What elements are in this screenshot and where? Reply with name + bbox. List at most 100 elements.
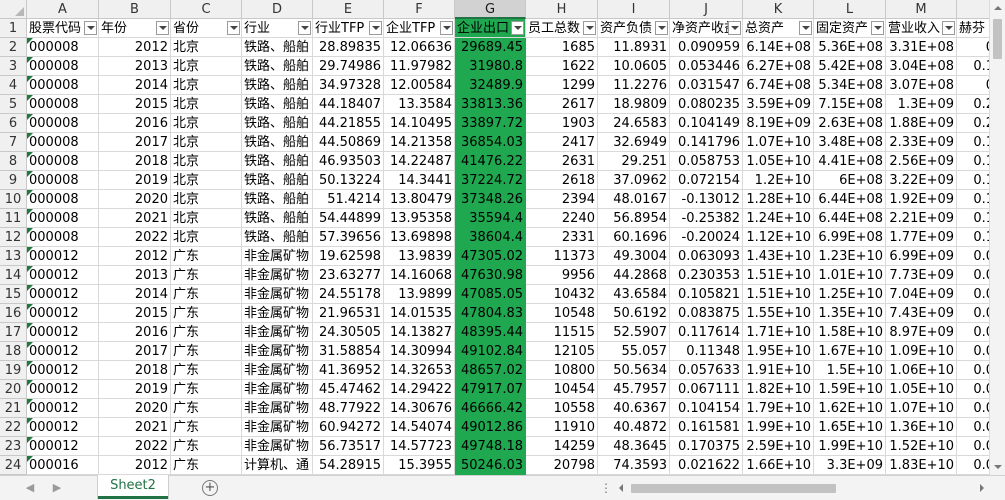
table-cell[interactable]: 14.13827 <box>384 323 455 342</box>
table-cell[interactable]: 2.59E+10 <box>743 437 814 456</box>
table-cell[interactable]: 0.0 <box>957 342 989 361</box>
table-cell[interactable]: 0.0 <box>957 266 989 285</box>
table-cell[interactable]: 14.54074 <box>384 418 455 437</box>
table-cell[interactable]: 非金属矿物 <box>242 437 313 456</box>
table-cell[interactable]: 0.0 <box>957 380 989 399</box>
table-cell[interactable]: 32489.9 <box>455 76 526 95</box>
table-cell[interactable]: 14.10495 <box>384 114 455 133</box>
filter-dropdown-icon[interactable] <box>728 21 741 35</box>
column-header-L[interactable]: L <box>814 0 886 19</box>
table-cell[interactable]: 1.28E+10 <box>743 190 814 209</box>
table-cell[interactable]: 10548 <box>526 304 598 323</box>
table-cell[interactable]: 000008 <box>27 133 99 152</box>
header-cell[interactable]: 行业TFP <box>313 19 384 38</box>
table-cell[interactable]: 44.2868 <box>598 266 670 285</box>
table-cell[interactable]: 13.9899 <box>384 285 455 304</box>
header-cell[interactable]: 固定资产 <box>814 19 886 38</box>
table-cell[interactable]: 0.104149 <box>670 114 743 133</box>
column-header-H[interactable]: H <box>526 0 598 19</box>
table-cell[interactable]: 3.22E+09 <box>886 171 957 190</box>
table-cell[interactable]: 2618 <box>526 171 598 190</box>
row-header[interactable]: 16 <box>0 304 27 323</box>
table-cell[interactable]: 41476.22 <box>455 152 526 171</box>
table-cell[interactable]: 0.1 <box>957 171 989 190</box>
table-cell[interactable]: 0.2 <box>957 95 989 114</box>
table-cell[interactable]: 铁路、船舶 <box>242 190 313 209</box>
table-cell[interactable]: 1.99E+10 <box>814 437 886 456</box>
table-cell[interactable]: 北京 <box>171 114 242 133</box>
column-header-E[interactable]: E <box>313 0 384 19</box>
table-cell[interactable]: 3.59E+09 <box>743 95 814 114</box>
table-cell[interactable]: 0.0 <box>957 418 989 437</box>
table-cell[interactable]: 56.73517 <box>313 437 384 456</box>
table-cell[interactable]: 广东 <box>171 437 242 456</box>
table-cell[interactable]: 铁路、船舶 <box>242 114 313 133</box>
table-cell[interactable]: 14.57723 <box>384 437 455 456</box>
table-cell[interactable]: 000012 <box>27 437 99 456</box>
header-cell[interactable]: 净资产收益 <box>670 19 743 38</box>
table-cell[interactable]: 2417 <box>526 133 598 152</box>
table-cell[interactable]: 1.58E+10 <box>814 323 886 342</box>
table-cell[interactable]: 2013 <box>99 266 171 285</box>
table-cell[interactable]: 0.1 <box>957 209 989 228</box>
filter-dropdown-icon[interactable] <box>871 21 884 35</box>
table-cell[interactable]: 51.4214 <box>313 190 384 209</box>
table-cell[interactable]: 19.62598 <box>313 247 384 266</box>
scroll-left-icon[interactable] <box>615 480 629 496</box>
table-cell[interactable]: 2014 <box>99 285 171 304</box>
table-cell[interactable]: 北京 <box>171 209 242 228</box>
table-cell[interactable]: 0 <box>957 38 989 57</box>
table-cell[interactable]: 1.24E+10 <box>743 209 814 228</box>
table-cell[interactable]: 0.170375 <box>670 437 743 456</box>
table-cell[interactable]: 5.34E+08 <box>814 76 886 95</box>
scroll-down-icon[interactable] <box>990 459 1005 475</box>
spreadsheet-grid[interactable]: ABCDEFGHIJKLM 1 股票代码 年份 省份 行业 行业TFP 企业TFP 企业出口 员… <box>0 0 989 475</box>
table-cell[interactable]: 31980.8 <box>455 57 526 76</box>
table-cell[interactable]: 广东 <box>171 304 242 323</box>
table-cell[interactable]: 37224.72 <box>455 171 526 190</box>
table-cell[interactable]: 13.95358 <box>384 209 455 228</box>
table-cell[interactable]: 2394 <box>526 190 598 209</box>
table-cell[interactable]: 000008 <box>27 57 99 76</box>
row-header[interactable]: 2 <box>0 38 27 57</box>
table-cell[interactable]: 14.29422 <box>384 380 455 399</box>
table-cell[interactable]: 24.30505 <box>313 323 384 342</box>
table-cell[interactable]: 非金属矿物 <box>242 380 313 399</box>
table-cell[interactable]: 11.97982 <box>384 57 455 76</box>
table-cell[interactable]: 非金属矿物 <box>242 266 313 285</box>
table-cell[interactable]: 000012 <box>27 418 99 437</box>
table-cell[interactable]: 000012 <box>27 361 99 380</box>
table-cell[interactable]: 000012 <box>27 266 99 285</box>
table-cell[interactable]: 48.77922 <box>313 399 384 418</box>
table-cell[interactable]: 非金属矿物 <box>242 304 313 323</box>
row-header[interactable]: 5 <box>0 95 27 114</box>
table-cell[interactable]: 1.06E+10 <box>886 361 957 380</box>
table-cell[interactable]: 0.2 <box>957 114 989 133</box>
table-cell[interactable]: 2014 <box>99 76 171 95</box>
table-cell[interactable]: 45.7957 <box>598 380 670 399</box>
table-cell[interactable]: 0.141796 <box>670 133 743 152</box>
table-cell[interactable]: 1.95E+10 <box>743 342 814 361</box>
table-cell[interactable]: 0.090959 <box>670 38 743 57</box>
table-cell[interactable]: 2.63E+08 <box>814 114 886 133</box>
table-cell[interactable]: 44.21855 <box>313 114 384 133</box>
table-cell[interactable]: 铁路、船舶 <box>242 38 313 57</box>
table-cell[interactable]: 50.13224 <box>313 171 384 190</box>
table-cell[interactable]: 55.057 <box>598 342 670 361</box>
table-cell[interactable]: 0.0 <box>957 399 989 418</box>
table-cell[interactable]: 2012 <box>99 38 171 57</box>
table-cell[interactable]: 29.74986 <box>313 57 384 76</box>
table-cell[interactable]: 43.6584 <box>598 285 670 304</box>
table-cell[interactable]: 13.9839 <box>384 247 455 266</box>
table-cell[interactable]: 2020 <box>99 190 171 209</box>
table-cell[interactable]: 铁路、船舶 <box>242 228 313 247</box>
table-cell[interactable]: 非金属矿物 <box>242 323 313 342</box>
table-cell[interactable]: 1.12E+10 <box>743 228 814 247</box>
table-cell[interactable]: 8.97E+09 <box>886 323 957 342</box>
table-cell[interactable]: 60.1696 <box>598 228 670 247</box>
table-cell[interactable]: 000012 <box>27 323 99 342</box>
row-header[interactable]: 19 <box>0 361 27 380</box>
table-cell[interactable]: 1.51E+10 <box>743 285 814 304</box>
table-cell[interactable]: 57.39656 <box>313 228 384 247</box>
table-cell[interactable]: 49102.84 <box>455 342 526 361</box>
